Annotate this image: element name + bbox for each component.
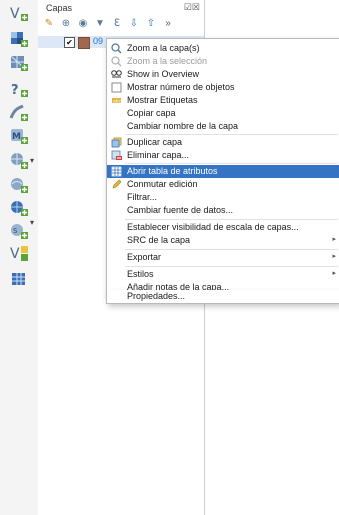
new-temporary-layer-icon[interactable] — [9, 270, 29, 288]
menu-item-label: Conmutar edición — [127, 179, 198, 189]
svg-text:abc: abc — [113, 99, 122, 105]
add-mesh-layer-icon[interactable] — [9, 54, 29, 72]
add-group-icon[interactable]: ⊕ — [59, 16, 73, 30]
menu-item-label: Establecer visibilidad de escala de capa… — [127, 222, 299, 232]
menu-item-show-in-overview[interactable]: Show in Overview — [107, 68, 339, 81]
menu-item-copy-layer[interactable]: Copiar capa — [107, 107, 339, 120]
add-postgis-layer-icon[interactable]: M — [9, 127, 29, 145]
add-arcgis-layer-icon[interactable]: S — [9, 222, 29, 240]
add-wcs-layer-icon[interactable] — [9, 176, 29, 194]
svg-text:M: M — [12, 132, 21, 142]
menu-item-zoom-to-layer[interactable]: Zoom a la capa(s) — [107, 42, 339, 55]
expand-all-icon[interactable]: ⇩ — [127, 16, 141, 30]
menu-item-toggle-editing[interactable]: Conmutar edición — [107, 178, 339, 191]
menu-separator — [125, 219, 338, 220]
menu-item-label: Zoom a la selección — [127, 56, 208, 66]
labels-icon: abc — [111, 95, 122, 106]
layer-name: 09 — [93, 36, 104, 46]
duplicate-layer-icon — [111, 137, 122, 148]
add-vector-layer-icon[interactable]: V — [9, 4, 29, 22]
menu-item-open-attribute-table[interactable]: Abrir tabla de atributos — [107, 165, 339, 178]
panel-title: Capas — [46, 3, 73, 13]
menu-item-label: Cambiar nombre de la capa — [127, 121, 239, 131]
svg-text:V: V — [10, 6, 20, 22]
attribute-table-icon — [111, 166, 122, 177]
menu-item-layer-crs[interactable]: SRC de la capa ▸ — [107, 234, 339, 247]
menu-item-label: Filtrar... — [127, 192, 158, 202]
menu-separator — [125, 163, 338, 164]
panel-window-controls[interactable]: ☑☒ — [184, 2, 200, 13]
menu-item-zoom-to-selection[interactable]: Zoom a la selección — [107, 55, 339, 68]
menu-item-label: Mostrar número de objetos — [127, 82, 235, 92]
add-wms-layer-icon[interactable] — [9, 152, 29, 170]
remove-layer-icon — [111, 150, 122, 161]
menu-item-change-data-source[interactable]: Cambiar fuente de datos... — [107, 204, 339, 217]
filter-icon[interactable]: ▼ — [93, 16, 107, 30]
add-delimited-text-layer-icon[interactable]: ? — [9, 80, 29, 98]
menu-item-show-feature-count[interactable]: Mostrar número de objetos — [107, 81, 339, 94]
menu-item-filter[interactable]: Filtrar... — [107, 191, 339, 204]
menu-item-label: Propiedades... — [127, 291, 186, 301]
zoom-to-selection-icon — [111, 56, 122, 67]
menu-item-label: Zoom a la capa(s) — [127, 43, 200, 53]
menu-item-label: Eliminar capa... — [127, 150, 190, 160]
submenu-arrow-icon: ▸ — [332, 270, 336, 277]
style-brush-icon[interactable]: ✎ — [42, 16, 56, 30]
chevron-down-icon[interactable]: ▾ — [30, 156, 34, 165]
menu-item-label: Exportar — [127, 252, 162, 262]
menu-item-label: Cambiar fuente de datos... — [127, 205, 234, 215]
filter-expression-icon[interactable]: ℇ — [110, 16, 124, 30]
menu-item-label: Mostrar Etiquetas — [127, 95, 198, 105]
menu-separator — [125, 249, 338, 250]
layer-symbol-swatch — [78, 37, 90, 49]
menu-item-label: SRC de la capa — [127, 235, 191, 245]
add-spatialite-layer-icon[interactable] — [9, 104, 29, 122]
add-wfs-layer-icon[interactable] — [9, 199, 29, 217]
svg-text:?: ? — [11, 83, 19, 98]
menu-separator — [125, 266, 338, 267]
svg-text:S: S — [13, 227, 18, 235]
menu-item-set-scale-visibility[interactable]: Establecer visibilidad de escala de capa… — [107, 221, 339, 234]
menu-item-export[interactable]: Exportar ▸ — [107, 251, 339, 264]
menu-item-remove-layer[interactable]: Eliminar capa... — [107, 149, 339, 162]
panel-toolbar: ✎ ⊕ ◉ ▼ ℇ ⇩ ⇧ » — [42, 14, 204, 32]
menu-item-show-labels[interactable]: abc Mostrar Etiquetas — [107, 94, 339, 107]
menu-item-label: Abrir tabla de atributos — [127, 166, 218, 176]
menu-item-properties[interactable]: Propiedades... — [106, 290, 339, 304]
menu-item-label: Show in Overview — [127, 69, 200, 79]
chevron-down-icon[interactable]: ▾ — [30, 218, 34, 227]
menu-item-label: Copiar capa — [127, 108, 176, 118]
submenu-arrow-icon: ▸ — [332, 253, 336, 260]
menu-item-duplicate-layer[interactable]: Duplicar capa — [107, 136, 339, 149]
more-icon[interactable]: » — [161, 16, 175, 30]
overview-icon — [111, 69, 122, 80]
submenu-arrow-icon: ▸ — [332, 236, 336, 243]
menu-item-label: Duplicar capa — [127, 137, 183, 147]
layer-visibility-checkbox[interactable]: ✔ — [64, 37, 75, 48]
eye-icon[interactable]: ◉ — [76, 16, 90, 30]
menu-item-styles[interactable]: Estilos ▸ — [107, 268, 339, 281]
add-raster-layer-icon[interactable] — [9, 30, 29, 48]
checkbox-icon — [111, 82, 122, 93]
menu-item-rename-layer[interactable]: Cambiar nombre de la capa — [107, 120, 339, 133]
zoom-to-layer-icon — [111, 43, 122, 54]
pencil-icon — [111, 179, 122, 190]
new-shapefile-layer-icon[interactable]: V — [9, 244, 29, 262]
left-toolbar: V ? M ▾ S V ▾ — [0, 0, 39, 515]
collapse-all-icon[interactable]: ⇧ — [144, 16, 158, 30]
svg-text:V: V — [10, 246, 20, 262]
layer-context-menu: Zoom a la capa(s) Zoom a la selección Sh… — [106, 38, 339, 296]
menu-separator — [125, 134, 338, 135]
menu-item-label: Estilos — [127, 269, 154, 279]
